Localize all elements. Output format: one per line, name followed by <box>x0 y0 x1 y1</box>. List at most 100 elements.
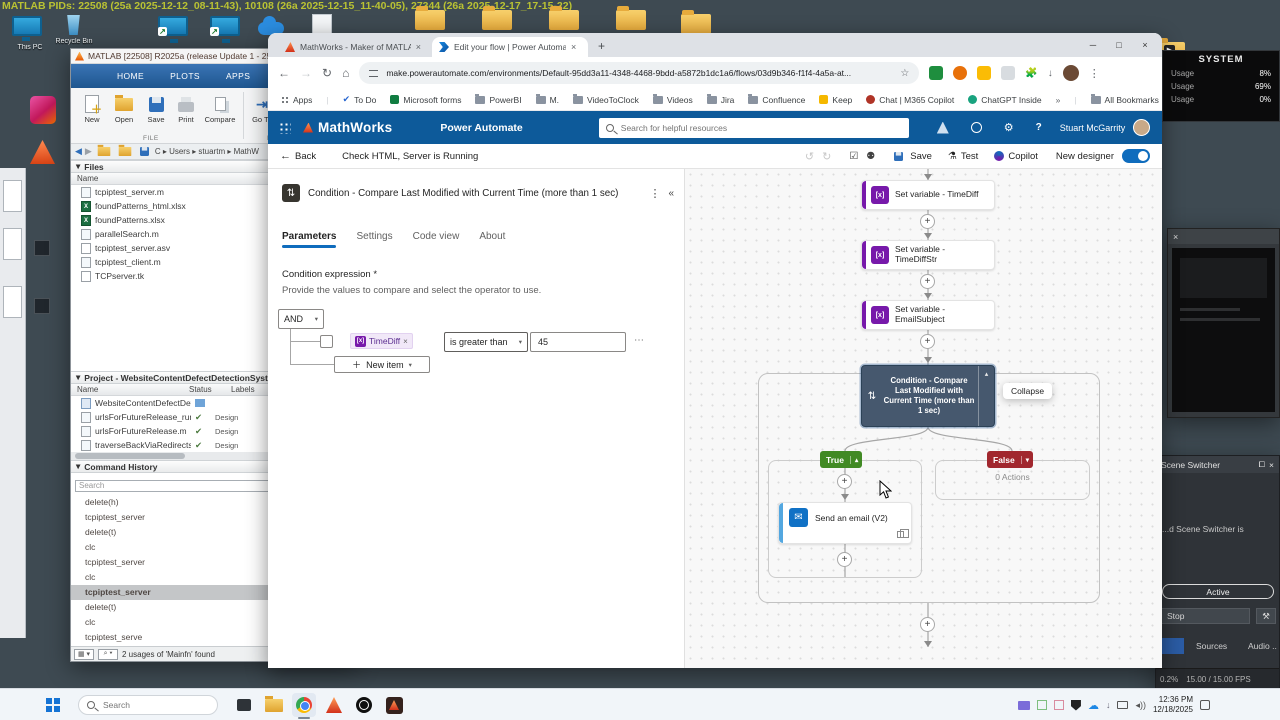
open-button[interactable]: Open <box>109 93 139 124</box>
taskbar-search-input[interactable] <box>101 699 191 711</box>
condition-node-selected[interactable]: ⇅ Condition - Compare Last Modified with… <box>861 365 995 427</box>
share-icon[interactable]: ⚉ <box>866 151 875 162</box>
hidden-icons-chevron[interactable]: ↓ <box>1106 700 1111 710</box>
desktop-folder-icon[interactable] <box>681 14 711 34</box>
insert-step-button[interactable]: + <box>920 214 935 229</box>
bookmark-copilot-chat[interactable]: Chat | M365 Copilot <box>866 95 954 105</box>
bookmark-keep[interactable]: Keep <box>819 95 852 105</box>
back-icon[interactable]: ← <box>278 66 290 80</box>
cast-icon[interactable] <box>1001 66 1015 80</box>
save-button[interactable]: Save <box>891 149 932 164</box>
browser-tab-mathworks[interactable]: MathWorks - Maker of MATLA × <box>278 37 428 57</box>
header-search-input[interactable] <box>619 122 902 134</box>
tab-settings[interactable]: Settings <box>356 231 392 242</box>
copilot-button[interactable]: Copilot <box>994 151 1038 162</box>
bookmark-chatgpt[interactable]: ChatGPT Inside <box>968 95 1041 105</box>
action-node-send-email[interactable]: ✉ Send an email (V2) <box>778 502 912 544</box>
helpful-resources-search[interactable] <box>599 118 909 138</box>
desktop-folder-icon[interactable] <box>616 10 646 30</box>
scrollbar-thumb[interactable] <box>75 453 185 459</box>
waffle-menu-icon[interactable] <box>278 121 291 134</box>
action-node-set-variable-timediffstr[interactable]: [x] Set variable - TimeDiffStr <box>861 240 995 270</box>
tab-close-icon[interactable]: × <box>571 42 576 52</box>
start-button[interactable] <box>46 698 60 712</box>
search-options[interactable]: ⌕ ▾ <box>98 649 118 660</box>
desktop-icon-shortcut-2[interactable]: ↗ <box>210 16 240 36</box>
bookmark-m[interactable]: M. <box>536 95 559 105</box>
ribbon-tab-home[interactable]: HOME <box>117 71 144 81</box>
home-icon[interactable]: ⌂ <box>342 66 349 80</box>
docked-panel-tile[interactable] <box>3 286 22 318</box>
taskbar-file-explorer[interactable] <box>262 693 286 717</box>
close-icon[interactable]: × <box>1269 460 1274 470</box>
back-button[interactable]: ←Back <box>280 150 316 162</box>
new-designer-toggle[interactable] <box>1122 149 1150 163</box>
extension-icon[interactable] <box>953 66 967 80</box>
collapse-panel-icon[interactable]: « <box>668 188 674 199</box>
settings-tool-button[interactable]: ⚒ <box>1256 608 1276 624</box>
docked-panel-tile[interactable] <box>3 228 22 260</box>
minimize-button[interactable]: ─ <box>1080 33 1106 57</box>
forward-icon[interactable]: → <box>300 66 312 80</box>
insert-step-button[interactable]: + <box>920 617 935 632</box>
print-button[interactable]: Print <box>171 93 201 124</box>
desktop-folder-icon[interactable] <box>415 10 445 30</box>
active-button[interactable]: Active <box>1162 584 1274 599</box>
remove-chip-icon[interactable]: × <box>403 337 408 346</box>
notification-icon[interactable] <box>1200 700 1210 710</box>
bookmark-forms[interactable]: Microsoft forms <box>390 95 461 105</box>
new-tab-button[interactable]: + <box>598 39 605 53</box>
back-arrow-icon[interactable]: ◀ <box>75 146 82 157</box>
bookmark-powerbi[interactable]: PowerBI <box>475 95 521 105</box>
desktop-folder-icon[interactable] <box>549 10 579 30</box>
taskbar-chrome[interactable] <box>292 693 316 717</box>
extension-icon[interactable] <box>977 66 991 80</box>
copy-icon[interactable]: ⧠ <box>1259 460 1265 470</box>
tray-app-icon[interactable] <box>1018 701 1030 710</box>
insert-step-button[interactable]: + <box>837 552 852 567</box>
bookmark-apps[interactable]: Apps <box>280 95 312 105</box>
row-checkbox[interactable] <box>320 335 333 348</box>
desktop-folder-icon[interactable] <box>482 10 512 30</box>
action-node-set-variable-timediff[interactable]: [x] Set variable - TimeDiff <box>861 180 995 210</box>
taskbar-matlab-installer[interactable] <box>382 693 406 717</box>
desktop-icon-shortcut-1[interactable]: ↗ <box>158 16 188 36</box>
phone-link-icon[interactable] <box>1117 701 1128 709</box>
taskbar-search[interactable] <box>78 695 218 715</box>
ribbon-tab-apps[interactable]: APPS <box>226 71 250 81</box>
all-bookmarks[interactable]: All Bookmarks <box>1091 95 1159 105</box>
folder-up-icon[interactable] <box>140 147 149 156</box>
extension-icon[interactable] <box>929 66 943 80</box>
compare-button[interactable]: Compare <box>201 93 239 124</box>
url-input[interactable] <box>384 67 894 79</box>
operand-chip[interactable]: [x] TimeDiff × <box>350 333 413 349</box>
onedrive-cloud-icon[interactable]: ☁ <box>1088 699 1099 712</box>
video-window-titlebar[interactable]: × <box>1168 229 1279 244</box>
new-script-button[interactable]: ＋ New <box>77 93 107 124</box>
desktop-icon-recycle-bin[interactable]: Recycle Bin <box>66 15 94 45</box>
insert-step-button[interactable]: + <box>837 474 852 489</box>
tab-code-view[interactable]: Code view <box>413 231 460 242</box>
ribbon-tab-plots[interactable]: PLOTS <box>170 71 200 81</box>
taskbar-matlab[interactable] <box>322 693 346 717</box>
insert-step-button[interactable]: + <box>920 334 935 349</box>
save-button[interactable]: Save <box>141 93 171 124</box>
avatar[interactable] <box>1133 119 1150 136</box>
tab-audio[interactable]: Audio .. <box>1248 641 1277 651</box>
value-input[interactable] <box>536 336 620 348</box>
collapse-node-chevron[interactable]: ▴ <box>978 366 994 426</box>
kebab-menu-icon[interactable]: ⋮ <box>1089 67 1100 80</box>
breadcrumb[interactable]: C ▸ Users ▸ stuartm ▸ MathW <box>155 147 259 156</box>
tab-about[interactable]: About <box>479 231 505 242</box>
kebab-menu-icon[interactable]: ⋮ <box>649 187 660 200</box>
operator-dropdown[interactable]: is greater than▾ <box>444 332 528 352</box>
insert-step-button[interactable]: + <box>920 274 935 289</box>
download-icon[interactable]: ↓ <box>1048 68 1053 79</box>
reload-icon[interactable]: ↻ <box>322 66 332 80</box>
desktop-icon-this-pc[interactable]: This PC <box>12 16 54 51</box>
flow-canvas[interactable]: [x] Set variable - TimeDiff + [x] Set va… <box>685 169 1162 668</box>
taskbar-clock[interactable]: 12:36 PM 12/18/2025 <box>1153 695 1193 715</box>
desktop-app-pink-icon[interactable] <box>30 96 56 124</box>
value-field[interactable] <box>530 332 626 352</box>
flow-checker-icon[interactable]: ☑ <box>849 151 858 162</box>
